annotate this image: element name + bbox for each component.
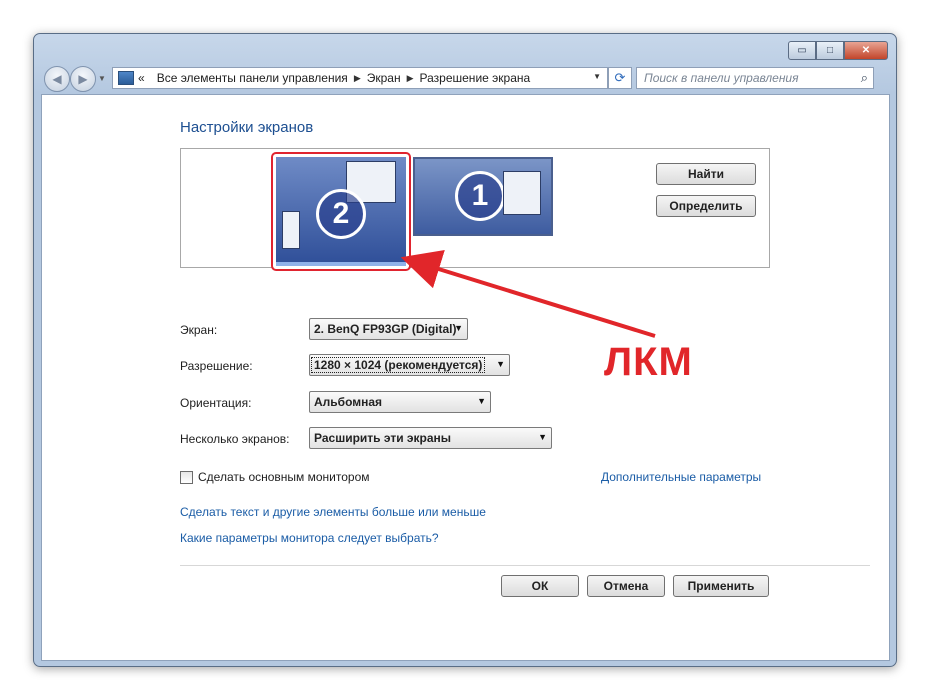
annotation-label: ЛКМ [604, 340, 693, 384]
arrow-line [400, 249, 656, 338]
annotation-arrow [400, 249, 656, 338]
